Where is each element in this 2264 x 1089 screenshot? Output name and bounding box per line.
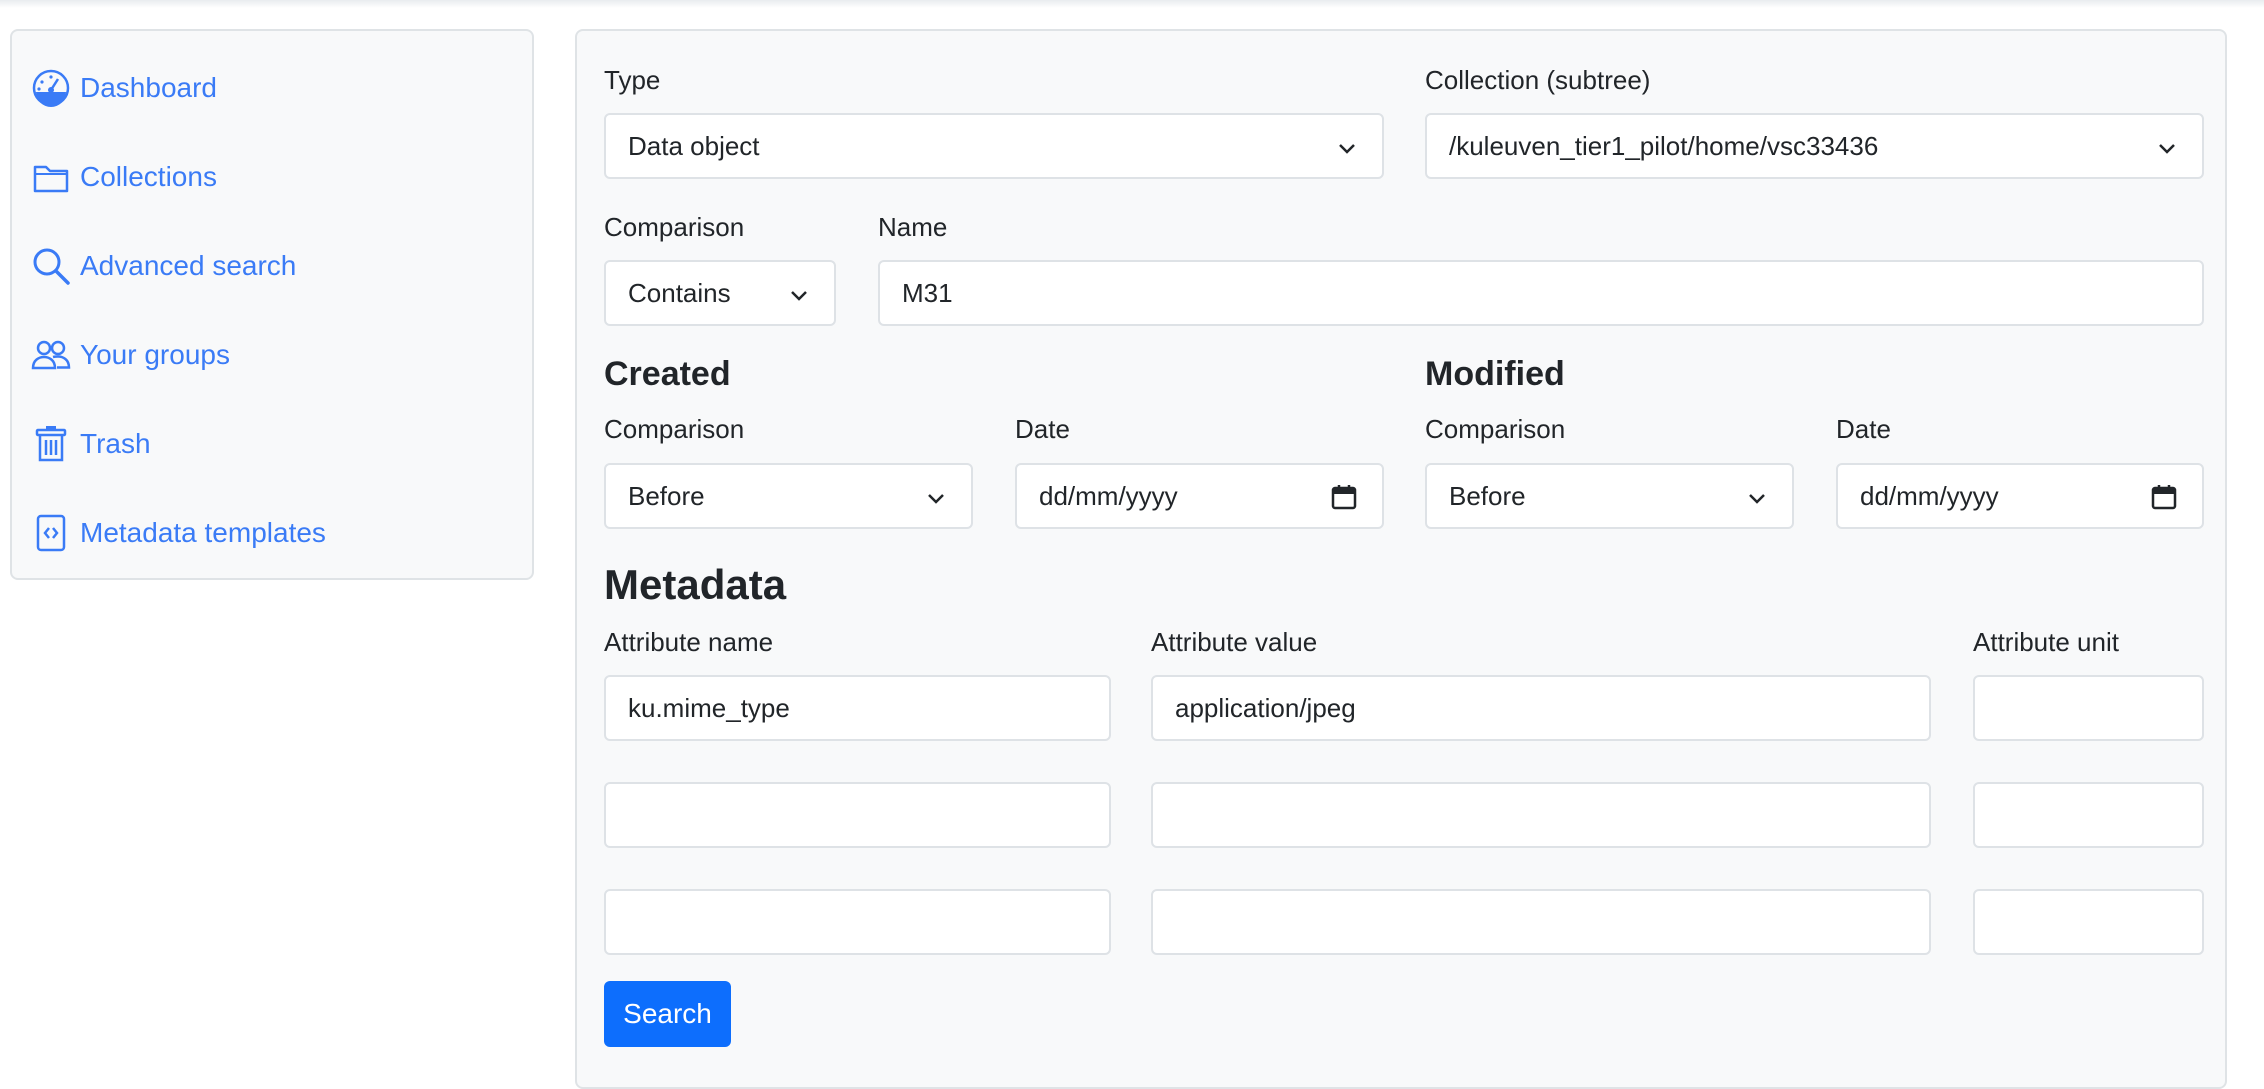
trash-icon xyxy=(30,423,72,465)
modified-date-placeholder: dd/mm/yyyy xyxy=(1860,480,1999,511)
chevron-down-icon xyxy=(928,494,944,504)
calendar-icon[interactable] xyxy=(2150,483,2178,511)
name-comparison-label: Comparison xyxy=(604,212,745,242)
metadata-heading: Metadata xyxy=(604,561,787,608)
sidebar-item-label: Trash xyxy=(80,428,151,459)
code-file-icon xyxy=(30,512,72,554)
sidebar-item-your-groups[interactable]: Your groups xyxy=(30,333,230,377)
name-comparison-select[interactable]: Contains xyxy=(604,260,836,326)
attribute-unit-input[interactable] xyxy=(1973,675,2204,741)
attribute-unit-label: Attribute unit xyxy=(1973,627,2119,657)
name-input-value: M31 xyxy=(902,277,953,308)
sidebar-item-label: Your groups xyxy=(80,339,230,370)
created-date-placeholder: dd/mm/yyyy xyxy=(1039,480,1178,511)
sidebar-item-label: Collections xyxy=(80,161,217,192)
created-comparison-value: Before xyxy=(628,480,705,511)
speedometer-icon xyxy=(30,67,72,109)
search-button[interactable]: Search xyxy=(604,981,731,1047)
attribute-name-input[interactable]: ku.mime_type xyxy=(604,675,1111,741)
collection-select[interactable]: /kuleuven_tier1_pilot/home/vsc33436 xyxy=(1425,113,2204,179)
attribute-name-label: Attribute name xyxy=(604,627,774,657)
attribute-unit-input[interactable] xyxy=(1973,889,2204,955)
sidebar-item-collections[interactable]: Collections xyxy=(30,155,217,199)
attribute-value-input[interactable]: application/jpeg xyxy=(1151,675,1931,741)
modified-comparison-label: Comparison xyxy=(1425,414,1566,444)
attribute-value-input[interactable] xyxy=(1151,889,1931,955)
created-date-input[interactable]: dd/mm/yyyy xyxy=(1015,463,1384,529)
chevron-down-icon xyxy=(791,291,807,301)
modified-comparison-value: Before xyxy=(1449,480,1526,511)
modified-heading: Modified xyxy=(1425,355,1565,393)
sidebar-item-label: Metadata templates xyxy=(80,517,326,548)
modified-date-input[interactable]: dd/mm/yyyy xyxy=(1836,463,2204,529)
collection-label: Collection (subtree) xyxy=(1425,65,1651,95)
attribute-name-input[interactable] xyxy=(604,889,1111,955)
calendar-icon[interactable] xyxy=(1330,483,1358,511)
sidebar: Dashboard Collections Advanced search Yo… xyxy=(10,29,534,580)
sidebar-item-label: Dashboard xyxy=(80,72,217,103)
attribute-name-value: ku.mime_type xyxy=(628,692,790,723)
name-comparison-value: Contains xyxy=(628,277,731,308)
attribute-value-value: application/jpeg xyxy=(1175,692,1356,723)
collection-select-value: /kuleuven_tier1_pilot/home/vsc33436 xyxy=(1449,130,1879,161)
type-select-value: Data object xyxy=(628,130,760,161)
modified-comparison-select[interactable]: Before xyxy=(1425,463,1794,529)
advanced-search-form: Type Data object Collection (subtree) /k… xyxy=(575,29,2227,1089)
sidebar-item-advanced-search[interactable]: Advanced search xyxy=(30,244,296,288)
attribute-unit-input[interactable] xyxy=(1973,782,2204,848)
created-heading: Created xyxy=(604,355,731,393)
created-date-label: Date xyxy=(1015,414,1070,444)
sidebar-item-trash[interactable]: Trash xyxy=(30,422,151,466)
chevron-down-icon xyxy=(1339,144,1355,154)
top-shadow xyxy=(0,0,2264,8)
chevron-down-icon xyxy=(2159,144,2175,154)
name-input[interactable]: M31 xyxy=(878,260,2204,326)
chevron-down-icon xyxy=(1749,494,1765,504)
sidebar-item-dashboard[interactable]: Dashboard xyxy=(30,66,217,110)
search-icon xyxy=(30,245,72,287)
attribute-value-label: Attribute value xyxy=(1151,627,1318,657)
name-label: Name xyxy=(878,212,948,242)
folder-icon xyxy=(30,156,72,198)
sidebar-item-label: Advanced search xyxy=(80,250,297,281)
type-label: Type xyxy=(604,65,661,95)
type-select[interactable]: Data object xyxy=(604,113,1384,179)
created-comparison-label: Comparison xyxy=(604,414,745,444)
attribute-value-input[interactable] xyxy=(1151,782,1931,848)
sidebar-item-metadata-templates[interactable]: Metadata templates xyxy=(30,511,326,555)
created-comparison-select[interactable]: Before xyxy=(604,463,973,529)
attribute-name-input[interactable] xyxy=(604,782,1111,848)
people-icon xyxy=(30,334,72,376)
modified-date-label: Date xyxy=(1836,414,1891,444)
